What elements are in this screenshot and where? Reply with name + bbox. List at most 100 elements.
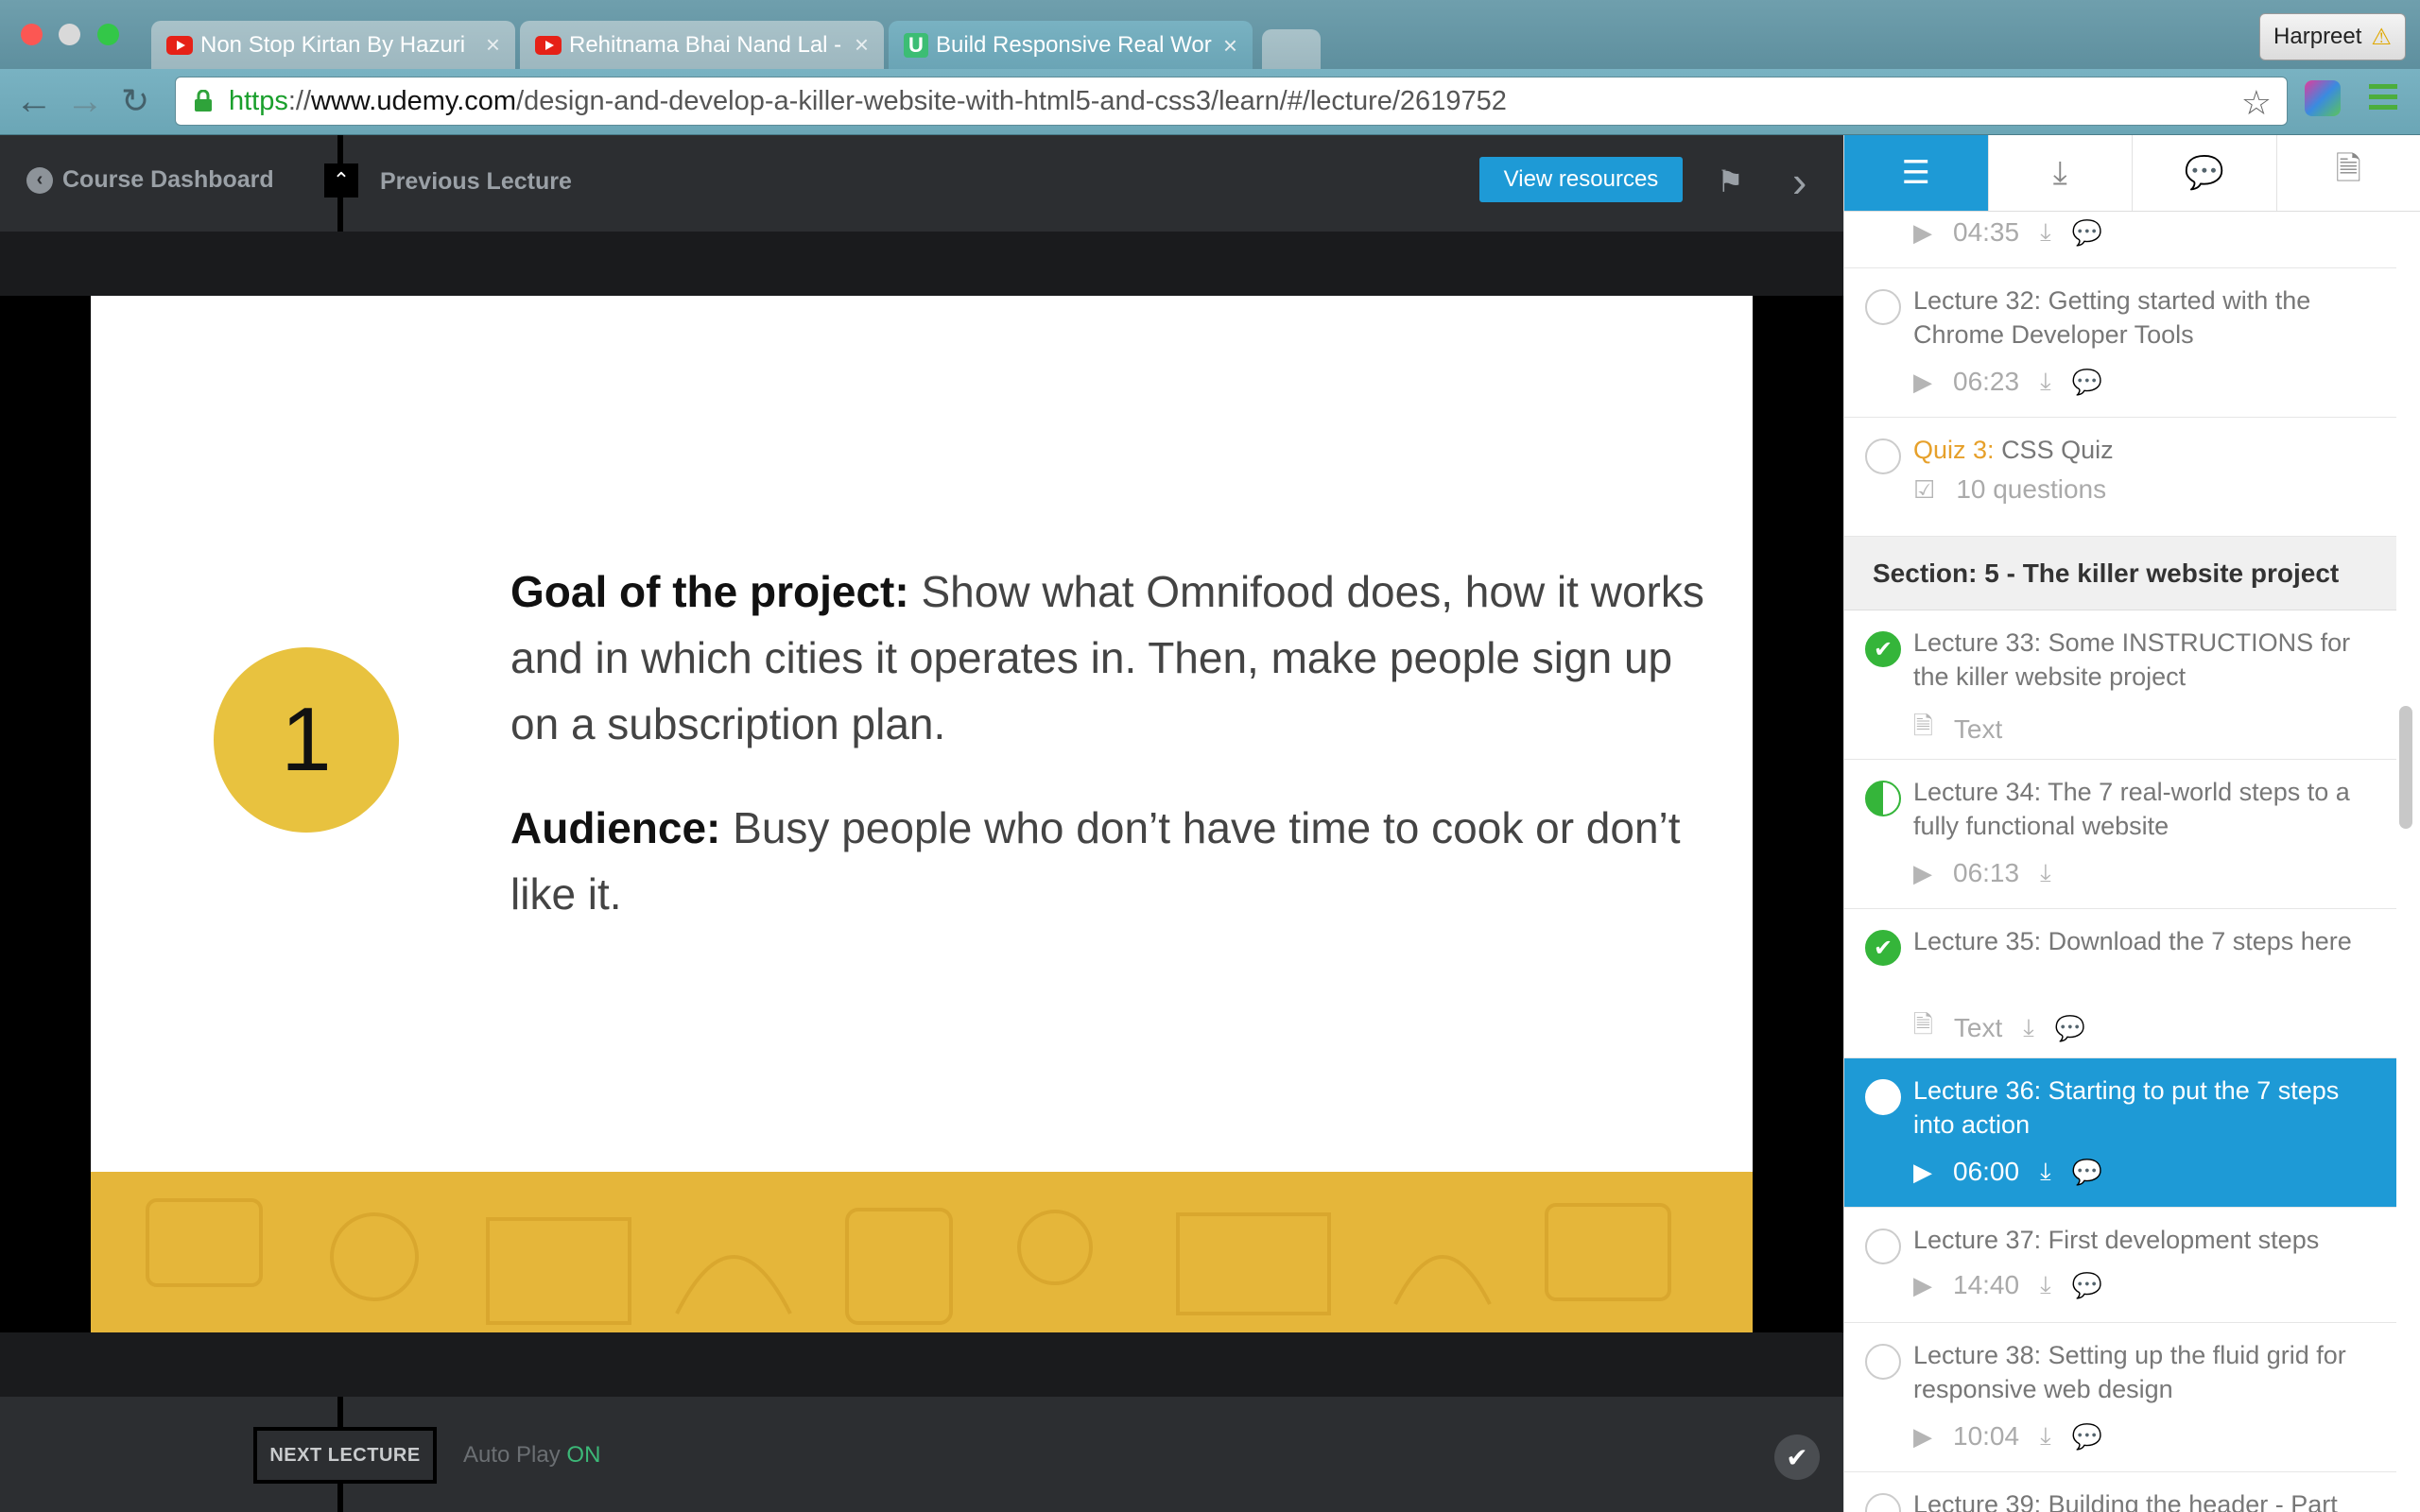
tab-discussions[interactable]: 💬 xyxy=(2133,135,2277,211)
tab-downloads[interactable]: ⤓ xyxy=(1988,135,2133,211)
window-close-button[interactable] xyxy=(21,24,43,45)
progress-circle-icon xyxy=(1865,1079,1901,1115)
progress-circle-icon xyxy=(1865,438,1901,474)
lecture-type: Text xyxy=(1953,714,2003,744)
autoplay-toggle[interactable]: Auto Play ON xyxy=(463,1442,600,1469)
download-icon[interactable]: ⤓ xyxy=(2040,858,2051,888)
tab-curriculum[interactable]: ☰ xyxy=(1844,135,1989,211)
comments-icon[interactable]: 💬 xyxy=(2072,1271,2102,1300)
forward-icon[interactable]: → xyxy=(66,82,104,120)
menu-icon[interactable] xyxy=(2369,84,2397,110)
reload-icon[interactable]: ↻ xyxy=(121,82,149,120)
sidebar-scrollbar[interactable] xyxy=(2399,706,2412,829)
download-icon[interactable]: ⤓ xyxy=(2040,1421,2051,1452)
bookmark-star-icon[interactable]: ☆ xyxy=(2241,83,2272,123)
chevron-up-icon[interactable]: ⌃ xyxy=(324,163,358,198)
lecture-type: Text xyxy=(1953,1013,2003,1042)
youtube-icon xyxy=(166,35,193,55)
play-icon: ▶ xyxy=(1913,858,1932,887)
tab-notes[interactable]: 🗎 xyxy=(2276,135,2420,211)
list-item-current[interactable]: Lecture 36: Starting to put the 7 steps … xyxy=(1844,1058,2396,1208)
course-dashboard-label: Course Dashboard xyxy=(62,166,274,193)
browser-tab-active[interactable]: U Build Responsive Real Wor × xyxy=(889,21,1253,70)
player-header: ‹ Course Dashboard ⌃ Previous Lecture Vi… xyxy=(0,135,1843,232)
duration: 14:40 xyxy=(1953,1270,2020,1299)
list-item[interactable]: Lecture 38: Setting up the fluid grid fo… xyxy=(1844,1323,2396,1472)
progress-circle-icon xyxy=(1865,1228,1901,1264)
browser-tab[interactable]: Rehitnama Bhai Nand Lal - × xyxy=(520,21,884,69)
comments-icon[interactable]: 💬 xyxy=(2072,1158,2102,1187)
list-item[interactable]: Lecture 39: Building the header - Part xyxy=(1844,1472,2396,1512)
lecture-title: Lecture 36: Starting to put the 7 steps … xyxy=(1913,1076,2340,1139)
video-letterbox-top xyxy=(0,232,1843,296)
address-bar[interactable]: https://www.udemy.com/design-and-develop… xyxy=(175,77,2288,126)
quiz-label: Quiz 3: xyxy=(1913,436,1995,464)
progress-circle-icon xyxy=(1865,1493,1901,1512)
comments-icon: 💬 xyxy=(2184,155,2224,191)
tab-title: Build Responsive Real Wor xyxy=(936,32,1212,58)
back-icon[interactable]: ← xyxy=(15,82,53,120)
browser-tab-strip: Non Stop Kirtan By Hazuri × Rehitnama Bh… xyxy=(0,0,2420,70)
list-item[interactable]: Lecture 34: The 7 real-world steps to a … xyxy=(1844,760,2396,909)
item-meta: ▶ 04:35 ⤓ 💬 xyxy=(1913,217,2102,248)
item-meta: ▶ 06:00 ⤓ 💬 xyxy=(1913,1157,2102,1187)
mark-complete-check-icon[interactable]: ✔ xyxy=(1774,1435,1820,1480)
tab-close-icon[interactable]: × xyxy=(855,30,869,60)
view-resources-button[interactable]: View resources xyxy=(1479,157,1683,202)
step-number-badge: 1 xyxy=(214,647,399,833)
lecture-title: Lecture 35: Download the 7 steps here xyxy=(1913,927,2352,955)
comments-icon[interactable]: 💬 xyxy=(2055,1014,2085,1043)
previous-lecture-link[interactable]: Previous Lecture xyxy=(380,168,572,196)
tab-close-icon[interactable]: × xyxy=(1223,31,1237,60)
download-icon[interactable]: ⤓ xyxy=(2040,367,2051,397)
play-icon: ▶ xyxy=(1913,217,1932,247)
list-item[interactable]: ✔ Lecture 35: Download the 7 steps here … xyxy=(1844,909,2396,1058)
list-item[interactable]: ✔ Lecture 33: Some INSTRUCTIONS for the … xyxy=(1844,610,2396,760)
comments-icon[interactable]: 💬 xyxy=(2072,218,2102,248)
goal-heading: Goal of the project: xyxy=(510,567,909,616)
download-icon[interactable]: ⤓ xyxy=(2040,217,2051,248)
course-dashboard-link[interactable]: ‹ Course Dashboard xyxy=(26,166,274,194)
download-icon[interactable]: ⤓ xyxy=(2023,1013,2034,1043)
course-sidebar: ☰ ⤓ 💬 🗎 ▶ 04:35 ⤓ 💬 Lecture 32: Getting st… xyxy=(1843,135,2420,1512)
quiz-name: CSS Quiz xyxy=(2001,436,2114,464)
new-tab-button[interactable] xyxy=(1262,29,1321,69)
checkbox-icon: ☑ xyxy=(1913,474,1936,504)
item-meta: 🗎 Text ⤓ 💬 xyxy=(1913,1007,2085,1049)
tab-close-icon[interactable]: × xyxy=(486,30,500,60)
list-item[interactable]: Lecture 32: Getting started with the Chr… xyxy=(1844,268,2396,418)
comments-icon[interactable]: 💬 xyxy=(2072,368,2102,397)
lecture-title: Lecture 39: Building the header - Part xyxy=(1913,1490,2338,1512)
duration: 06:23 xyxy=(1953,367,2020,396)
profile-button[interactable]: Harpreet ⚠ xyxy=(2259,13,2406,60)
lecture-title: Lecture 38: Setting up the fluid grid fo… xyxy=(1913,1341,2346,1403)
duration: 06:00 xyxy=(1953,1157,2020,1186)
flag-icon[interactable]: ⚑ xyxy=(1717,163,1744,199)
comments-icon[interactable]: 💬 xyxy=(2072,1422,2102,1452)
autoplay-state: ON xyxy=(566,1442,601,1468)
list-item[interactable]: Quiz 3: CSS Quiz ☑ 10 questions xyxy=(1844,418,2396,537)
list-item[interactable]: Lecture 37: First development steps ▶ 14:… xyxy=(1844,1208,2396,1323)
window-minimize-button[interactable] xyxy=(59,24,80,45)
download-icon[interactable]: ⤓ xyxy=(2040,1157,2051,1187)
download-icon: ⤓ xyxy=(2052,154,2067,191)
list-item[interactable]: ▶ 04:35 ⤓ 💬 xyxy=(1844,212,2396,268)
browser-tab[interactable]: Non Stop Kirtan By Hazuri × xyxy=(151,21,515,69)
food-pattern-illustration xyxy=(146,1198,1671,1325)
lecture-title: Lecture 32: Getting started with the Chr… xyxy=(1913,286,2311,349)
goal-paragraph: Goal of the project: Show what Omnifood … xyxy=(510,558,1730,757)
lecture-title: Lecture 34: The 7 real-world steps to a … xyxy=(1913,778,2350,840)
next-lecture-button[interactable]: NEXT LECTURE xyxy=(253,1427,437,1484)
video-letterbox-bottom xyxy=(0,1332,1843,1397)
window-zoom-button[interactable] xyxy=(97,24,119,45)
download-icon[interactable]: ⤓ xyxy=(2040,1270,2051,1300)
quiz-title: Quiz 3: CSS Quiz xyxy=(1913,433,2377,467)
back-circle-icon: ‹ xyxy=(26,166,53,194)
lecture-title: Lecture 33: Some INSTRUCTIONS for the ki… xyxy=(1913,628,2351,691)
chevron-right-icon[interactable]: › xyxy=(1792,156,1806,207)
duration: 04:35 xyxy=(1953,217,2020,247)
extension-icon[interactable] xyxy=(2305,80,2341,116)
tab-title: Rehitnama Bhai Nand Lal - xyxy=(569,31,842,58)
item-meta: ▶ 06:13 ⤓ xyxy=(1913,858,2051,888)
duration: 06:13 xyxy=(1953,858,2020,887)
